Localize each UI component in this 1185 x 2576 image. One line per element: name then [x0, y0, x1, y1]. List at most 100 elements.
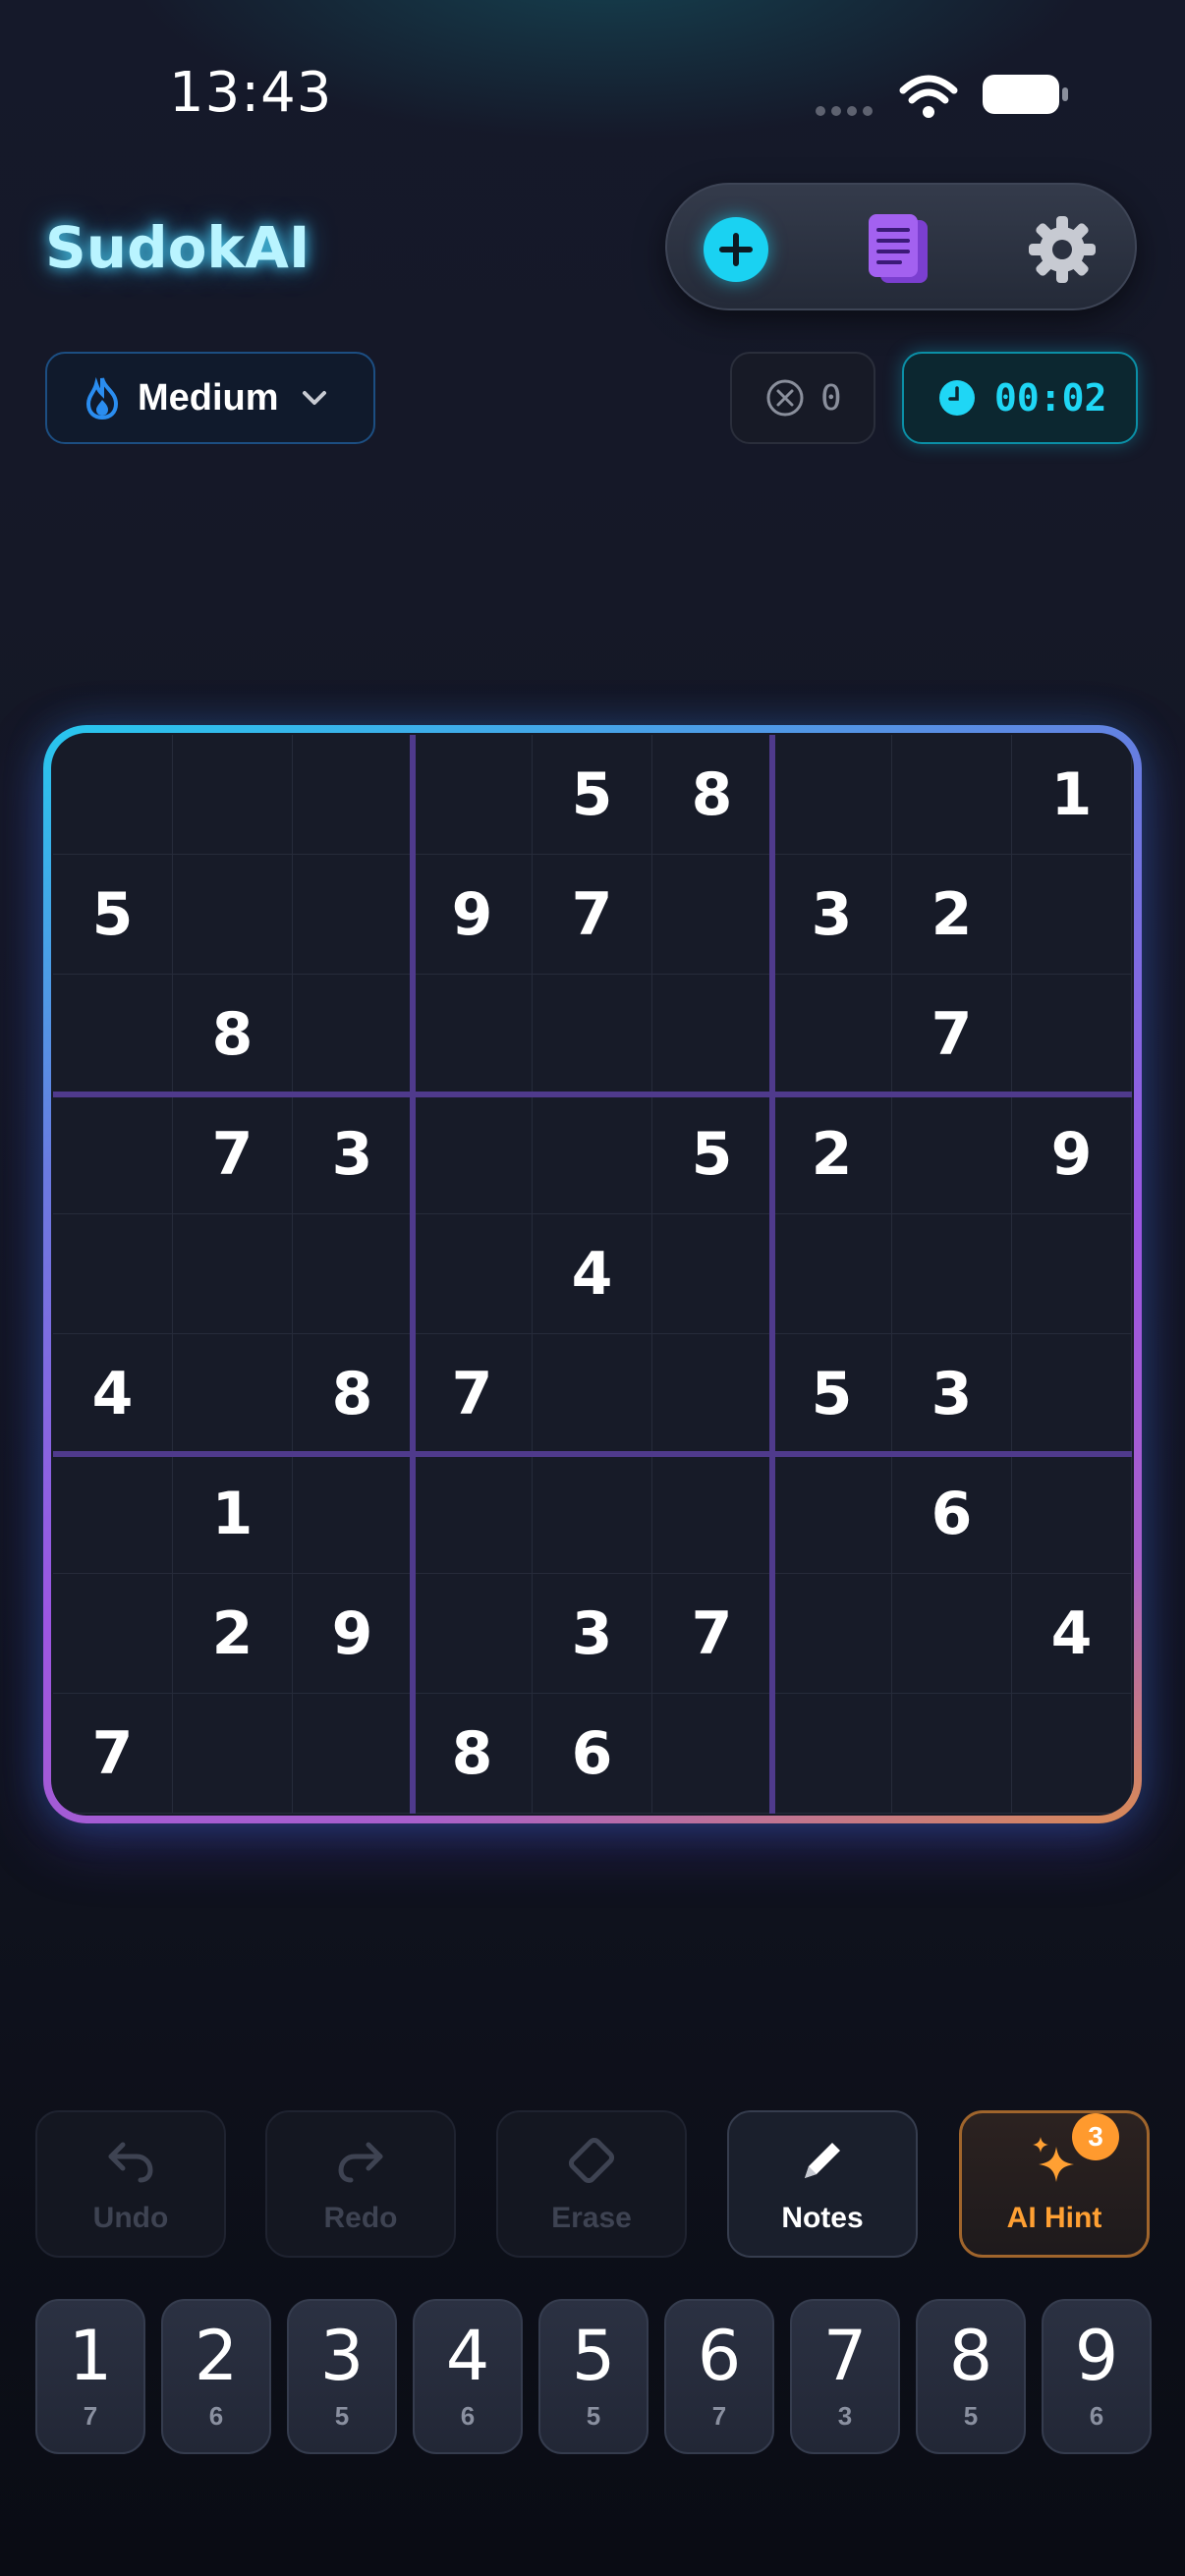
sudoku-cell[interactable]: 3	[772, 855, 892, 975]
ai-hint-button[interactable]: AI Hint 3	[959, 2110, 1150, 2258]
notebook-icon[interactable]	[863, 210, 933, 289]
sudoku-cell[interactable]: 4	[53, 1334, 173, 1454]
sudoku-cell[interactable]	[1012, 1454, 1132, 1574]
sudoku-cell[interactable]: 3	[293, 1094, 413, 1214]
sudoku-cell[interactable]: 4	[533, 1214, 652, 1334]
sudoku-cell[interactable]	[533, 1334, 652, 1454]
sudoku-cell[interactable]	[652, 855, 772, 975]
sudoku-cell[interactable]	[293, 1214, 413, 1334]
sudoku-cell[interactable]	[413, 735, 533, 855]
sudoku-cell[interactable]	[53, 1214, 173, 1334]
sudoku-cell[interactable]: 9	[1012, 1094, 1132, 1214]
number-key[interactable]: 17	[35, 2299, 145, 2454]
sudoku-cell[interactable]	[533, 1094, 652, 1214]
sudoku-cell[interactable]: 5	[652, 1094, 772, 1214]
gear-icon[interactable]	[1025, 212, 1100, 287]
sudoku-cell[interactable]	[1012, 1214, 1132, 1334]
sudoku-cell[interactable]	[1012, 855, 1132, 975]
sudoku-cell[interactable]: 2	[173, 1574, 293, 1694]
sudoku-cell[interactable]: 9	[413, 855, 533, 975]
sudoku-cell[interactable]: 5	[53, 855, 173, 975]
sudoku-cell[interactable]: 5	[533, 735, 652, 855]
redo-button[interactable]: Redo	[265, 2110, 456, 2258]
number-key[interactable]: 26	[161, 2299, 271, 2454]
sudoku-cell[interactable]: 8	[293, 1334, 413, 1454]
sudoku-cell[interactable]: 4	[1012, 1574, 1132, 1694]
difficulty-select[interactable]: Medium	[45, 352, 375, 444]
timer[interactable]: 00:02	[902, 352, 1138, 444]
sudoku-cell[interactable]: 7	[533, 855, 652, 975]
number-key[interactable]: 35	[287, 2299, 397, 2454]
sudoku-cell[interactable]: 2	[772, 1094, 892, 1214]
sudoku-cell[interactable]: 6	[533, 1694, 652, 1814]
number-key[interactable]: 96	[1042, 2299, 1152, 2454]
number-key[interactable]: 85	[916, 2299, 1026, 2454]
sudoku-cell[interactable]: 5	[772, 1334, 892, 1454]
sudoku-cell[interactable]	[413, 975, 533, 1094]
sudoku-cell[interactable]	[53, 735, 173, 855]
sudoku-cell[interactable]	[293, 1454, 413, 1574]
sudoku-cell[interactable]	[533, 1454, 652, 1574]
sudoku-cell[interactable]: 2	[892, 855, 1012, 975]
sudoku-cell[interactable]	[892, 735, 1012, 855]
number-key[interactable]: 46	[413, 2299, 523, 2454]
sudoku-cell[interactable]: 3	[892, 1334, 1012, 1454]
sudoku-cell[interactable]: 7	[652, 1574, 772, 1694]
sudoku-cell[interactable]	[173, 735, 293, 855]
sudoku-cell[interactable]	[293, 975, 413, 1094]
number-key[interactable]: 73	[790, 2299, 900, 2454]
sudoku-cell[interactable]	[413, 1454, 533, 1574]
sudoku-cell[interactable]	[53, 1574, 173, 1694]
sudoku-cell[interactable]	[772, 1574, 892, 1694]
sudoku-cell[interactable]: 8	[413, 1694, 533, 1814]
sudoku-cell[interactable]	[772, 1454, 892, 1574]
sudoku-cell[interactable]: 1	[173, 1454, 293, 1574]
sudoku-cell[interactable]	[413, 1214, 533, 1334]
undo-button[interactable]: Undo	[35, 2110, 226, 2258]
sudoku-cell[interactable]	[173, 855, 293, 975]
erase-button[interactable]: Erase	[496, 2110, 687, 2258]
sudoku-cell[interactable]	[772, 1694, 892, 1814]
sudoku-cell[interactable]	[772, 735, 892, 855]
sudoku-cell[interactable]	[1012, 1694, 1132, 1814]
number-key[interactable]: 55	[538, 2299, 649, 2454]
sudoku-cell[interactable]	[892, 1574, 1012, 1694]
sudoku-cell[interactable]	[652, 1694, 772, 1814]
sudoku-cell[interactable]: 7	[892, 975, 1012, 1094]
sudoku-cell[interactable]	[652, 1454, 772, 1574]
sudoku-cell[interactable]	[892, 1094, 1012, 1214]
sudoku-cell[interactable]	[53, 1454, 173, 1574]
sudoku-cell[interactable]: 9	[293, 1574, 413, 1694]
sudoku-cell[interactable]	[293, 735, 413, 855]
sudoku-cell[interactable]	[533, 975, 652, 1094]
sudoku-cell[interactable]: 7	[173, 1094, 293, 1214]
sudoku-cell[interactable]	[652, 1214, 772, 1334]
sudoku-cell[interactable]	[413, 1574, 533, 1694]
sudoku-cell[interactable]	[413, 1094, 533, 1214]
sudoku-cell[interactable]	[652, 975, 772, 1094]
sudoku-cell[interactable]: 1	[1012, 735, 1132, 855]
sudoku-cell[interactable]	[892, 1694, 1012, 1814]
sudoku-cell[interactable]	[1012, 975, 1132, 1094]
sudoku-cell[interactable]: 3	[533, 1574, 652, 1694]
sudoku-cell[interactable]	[772, 975, 892, 1094]
sudoku-cell[interactable]	[173, 1334, 293, 1454]
sudoku-cell[interactable]	[652, 1334, 772, 1454]
sudoku-cell[interactable]	[173, 1214, 293, 1334]
sudoku-cell[interactable]	[173, 1694, 293, 1814]
sudoku-cell[interactable]: 7	[53, 1694, 173, 1814]
sudoku-cell[interactable]: 8	[173, 975, 293, 1094]
new-game-button[interactable]	[704, 217, 768, 282]
sudoku-cell[interactable]	[892, 1214, 1012, 1334]
notes-button[interactable]: Notes	[727, 2110, 918, 2258]
sudoku-cell[interactable]	[53, 1094, 173, 1214]
sudoku-cell[interactable]: 6	[892, 1454, 1012, 1574]
sudoku-cell[interactable]: 8	[652, 735, 772, 855]
sudoku-cell[interactable]	[1012, 1334, 1132, 1454]
sudoku-cell[interactable]	[293, 1694, 413, 1814]
sudoku-cell[interactable]	[772, 1214, 892, 1334]
sudoku-cell[interactable]: 7	[413, 1334, 533, 1454]
number-key[interactable]: 67	[664, 2299, 774, 2454]
sudoku-cell[interactable]	[293, 855, 413, 975]
sudoku-cell[interactable]	[53, 975, 173, 1094]
